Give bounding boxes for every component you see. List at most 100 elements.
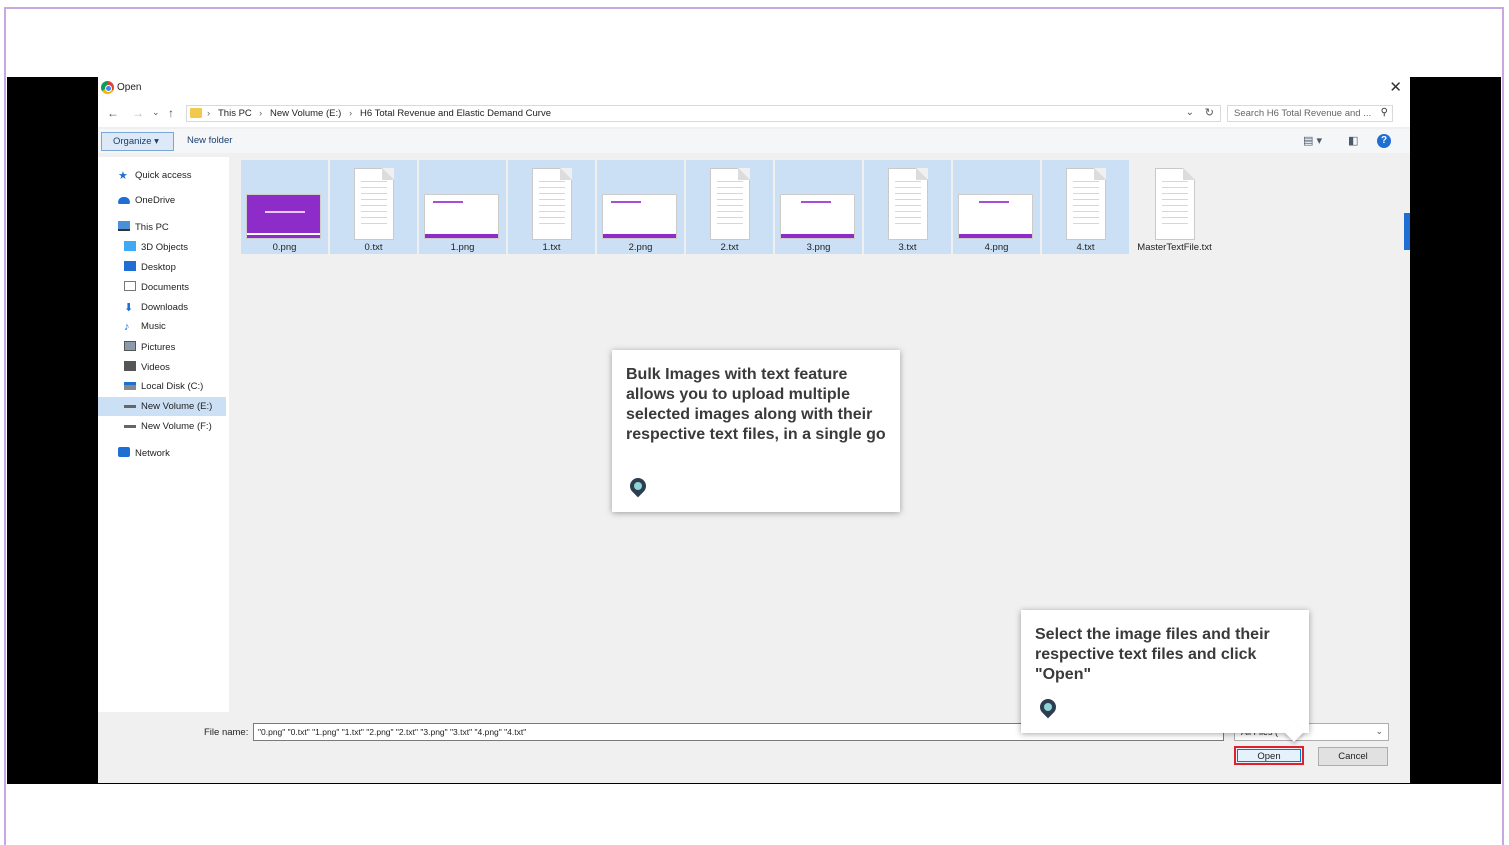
file-name: 2.txt xyxy=(720,242,739,253)
location-pin-icon xyxy=(1036,695,1060,719)
folder-icon xyxy=(190,108,202,118)
preview-pane-icon[interactable]: ◧ xyxy=(1348,134,1358,147)
title-bar: Open ✕ xyxy=(98,77,1410,99)
file-item[interactable]: MasterTextFile.txt xyxy=(1131,160,1218,254)
callout-text: Bulk Images with text feature allows you… xyxy=(626,366,886,443)
file-item[interactable]: 1.txt xyxy=(508,160,595,254)
file-name: 1.png xyxy=(450,242,475,253)
sidebar-item-music[interactable]: ♪ Music xyxy=(124,321,166,340)
breadcrumb-this-pc[interactable]: This PC xyxy=(218,108,252,119)
file-item[interactable]: 2.txt xyxy=(686,160,773,254)
breadcrumb-new-volume-e[interactable]: New Volume (E:) xyxy=(270,108,341,119)
file-item[interactable]: 4.txt xyxy=(1042,160,1129,254)
bulk-images-callout: Bulk Images with text feature allows you… xyxy=(612,350,900,512)
pictures-icon xyxy=(124,341,136,351)
file-name: MasterTextFile.txt xyxy=(1137,242,1212,253)
select-files-callout: Select the image files and their respect… xyxy=(1021,610,1309,742)
sidebar-item-videos[interactable]: Videos xyxy=(124,361,170,380)
refresh-icon[interactable]: ↻ xyxy=(1205,106,1214,119)
sidebar-item-onedrive[interactable]: OneDrive xyxy=(118,195,175,214)
forward-arrow-icon[interactable]: → xyxy=(132,106,144,120)
image-thumbnail xyxy=(602,194,677,239)
file-item[interactable]: 4.png xyxy=(953,160,1040,254)
file-name: 2.png xyxy=(628,242,653,253)
command-toolbar: Organize ▾ New folder ▤ ▾ ◧ ? xyxy=(98,129,1410,153)
video-icon xyxy=(124,361,136,371)
network-icon xyxy=(118,447,130,457)
back-arrow-icon[interactable]: ← xyxy=(107,106,119,120)
location-pin-icon xyxy=(626,474,650,498)
image-thumbnail xyxy=(958,194,1033,239)
sidebar-item-3d-objects[interactable]: 3D Objects xyxy=(124,241,188,260)
organize-button[interactable]: Organize ▾ xyxy=(101,132,174,151)
drive-icon xyxy=(124,382,136,390)
download-icon: ⬇ xyxy=(124,302,134,314)
cloud-icon xyxy=(118,197,130,204)
drive-icon xyxy=(124,405,136,408)
close-icon[interactable]: ✕ xyxy=(1389,78,1402,96)
music-icon: ♪ xyxy=(124,321,130,333)
image-thumbnail xyxy=(780,194,855,239)
file-name: 4.png xyxy=(984,242,1009,253)
breadcrumb-separator: › xyxy=(259,108,263,119)
file-name: 0.png xyxy=(272,242,297,253)
sidebar-item-documents[interactable]: Documents xyxy=(124,281,189,300)
text-file-icon xyxy=(888,168,928,240)
dialog-title: Open xyxy=(117,82,142,93)
file-item[interactable]: 0.png xyxy=(241,160,328,254)
cube-icon xyxy=(124,241,136,251)
up-arrow-icon[interactable]: ↑ xyxy=(168,106,174,120)
file-name: 3.png xyxy=(806,242,831,253)
search-icon[interactable]: ⚲ xyxy=(1381,107,1388,118)
file-name: 3.txt xyxy=(898,242,917,253)
navigation-pane: ★ Quick access OneDrive This PC 3D Object… xyxy=(98,157,229,712)
image-thumbnail xyxy=(424,194,499,239)
text-file-icon xyxy=(354,168,394,240)
address-bar[interactable]: › This PC › New Volume (E:) › H6 Total R… xyxy=(186,105,1221,122)
scrollbar-accent xyxy=(1404,213,1410,250)
breadcrumb-separator: › xyxy=(349,108,353,119)
file-item[interactable]: 3.png xyxy=(775,160,862,254)
callout-text: Select the image files and their respect… xyxy=(1035,626,1270,683)
file-name: 4.txt xyxy=(1076,242,1095,253)
sidebar-item-this-pc[interactable]: This PC xyxy=(118,221,169,240)
text-file-icon xyxy=(710,168,750,240)
breadcrumb-separator: › xyxy=(207,108,211,119)
cancel-button[interactable]: Cancel xyxy=(1318,747,1388,766)
text-file-icon xyxy=(1155,168,1195,240)
text-file-icon xyxy=(1066,168,1106,240)
image-thumbnail xyxy=(246,194,321,239)
chevron-down-icon: ⌄ xyxy=(1375,726,1383,736)
sidebar-item-new-volume-f[interactable]: New Volume (F:) xyxy=(124,421,212,440)
search-placeholder: Search H6 Total Revenue and ... xyxy=(1234,108,1372,119)
new-folder-button[interactable]: New folder xyxy=(187,135,232,146)
breadcrumb-current-folder[interactable]: H6 Total Revenue and Elastic Demand Curv… xyxy=(360,108,551,119)
file-name: 1.txt xyxy=(542,242,561,253)
text-file-icon xyxy=(532,168,572,240)
open-button[interactable]: Open xyxy=(1234,746,1304,765)
star-icon: ★ xyxy=(118,170,128,182)
sidebar-item-new-volume-e[interactable]: New Volume (E:) xyxy=(98,397,226,416)
sidebar-item-downloads[interactable]: ⬇ Downloads xyxy=(124,301,188,320)
desktop-icon xyxy=(124,261,136,271)
change-view-icon[interactable]: ▤ ▾ xyxy=(1303,134,1322,147)
address-row: ← → ⌄ ↑ › This PC › New Volume (E:) › H6… xyxy=(98,99,1410,127)
help-icon[interactable]: ? xyxy=(1377,134,1391,148)
address-dropdown-icon[interactable]: ⌄ xyxy=(1186,107,1194,118)
sidebar-item-network[interactable]: Network xyxy=(118,447,170,466)
chrome-icon xyxy=(101,81,114,94)
document-icon xyxy=(124,281,136,291)
drive-icon xyxy=(124,425,136,428)
search-box[interactable]: Search H6 Total Revenue and ... ⚲ xyxy=(1227,105,1393,122)
computer-icon xyxy=(118,221,130,231)
file-name-label: File name: xyxy=(204,727,249,738)
recent-chevron-icon[interactable]: ⌄ xyxy=(152,107,160,118)
file-item[interactable]: 2.png xyxy=(597,160,684,254)
file-name: 0.txt xyxy=(364,242,383,253)
file-item[interactable]: 3.txt xyxy=(864,160,951,254)
sidebar-item-pictures[interactable]: Pictures xyxy=(124,341,175,360)
sidebar-item-quick-access[interactable]: ★ Quick access xyxy=(118,169,192,188)
sidebar-item-desktop[interactable]: Desktop xyxy=(124,261,176,280)
file-item[interactable]: 1.png xyxy=(419,160,506,254)
file-item[interactable]: 0.txt xyxy=(330,160,417,254)
